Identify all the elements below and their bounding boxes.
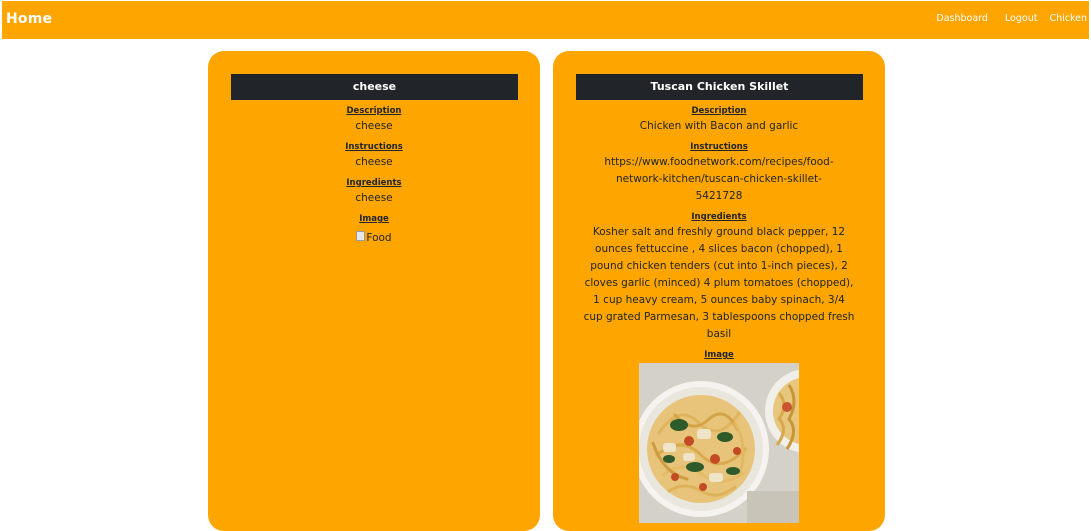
pasta-dish-image xyxy=(639,363,799,523)
image-label: Image xyxy=(704,350,734,360)
ingredients-label: Ingredients xyxy=(346,178,402,188)
recipe-card: Tuscan Chicken Skillet Description Chick… xyxy=(553,51,885,531)
ingredients-text: Kosher salt and freshly ground black pep… xyxy=(583,226,855,340)
chicken-link[interactable]: Chicken xyxy=(1049,13,1087,24)
recipe-card: cheese Description cheese Instructions c… xyxy=(208,51,540,531)
recipe-title: Tuscan Chicken Skillet xyxy=(576,74,863,100)
home-link[interactable]: Home xyxy=(6,11,52,27)
instructions-text: https://www.foodnetwork.com/recipes/food… xyxy=(604,156,834,202)
image-label: Image xyxy=(359,214,389,224)
description-label: Description xyxy=(346,106,402,116)
broken-image-icon: Food xyxy=(356,231,391,245)
description-text: Chicken with Bacon and garlic xyxy=(639,120,799,132)
instructions-label: Instructions xyxy=(690,142,748,152)
description-label: Description xyxy=(691,106,747,116)
dashboard-link[interactable]: Dashboard xyxy=(936,13,988,24)
instructions-text: cheese xyxy=(355,156,393,168)
nav-links: Dashboard Logout Chicken xyxy=(936,13,1089,24)
ingredients-label: Ingredients xyxy=(691,212,747,222)
ingredients-text: cheese xyxy=(355,192,393,204)
recipe-body: Description Chicken with Bacon and garli… xyxy=(563,104,875,523)
recipe-body: Description cheese Instructions cheese I… xyxy=(218,104,530,245)
description-text: cheese xyxy=(355,120,393,132)
logout-link[interactable]: Logout xyxy=(1005,13,1038,24)
navbar: Home Dashboard Logout Chicken xyxy=(2,1,1089,39)
recipe-title: cheese xyxy=(231,74,518,100)
instructions-label: Instructions xyxy=(345,142,403,152)
